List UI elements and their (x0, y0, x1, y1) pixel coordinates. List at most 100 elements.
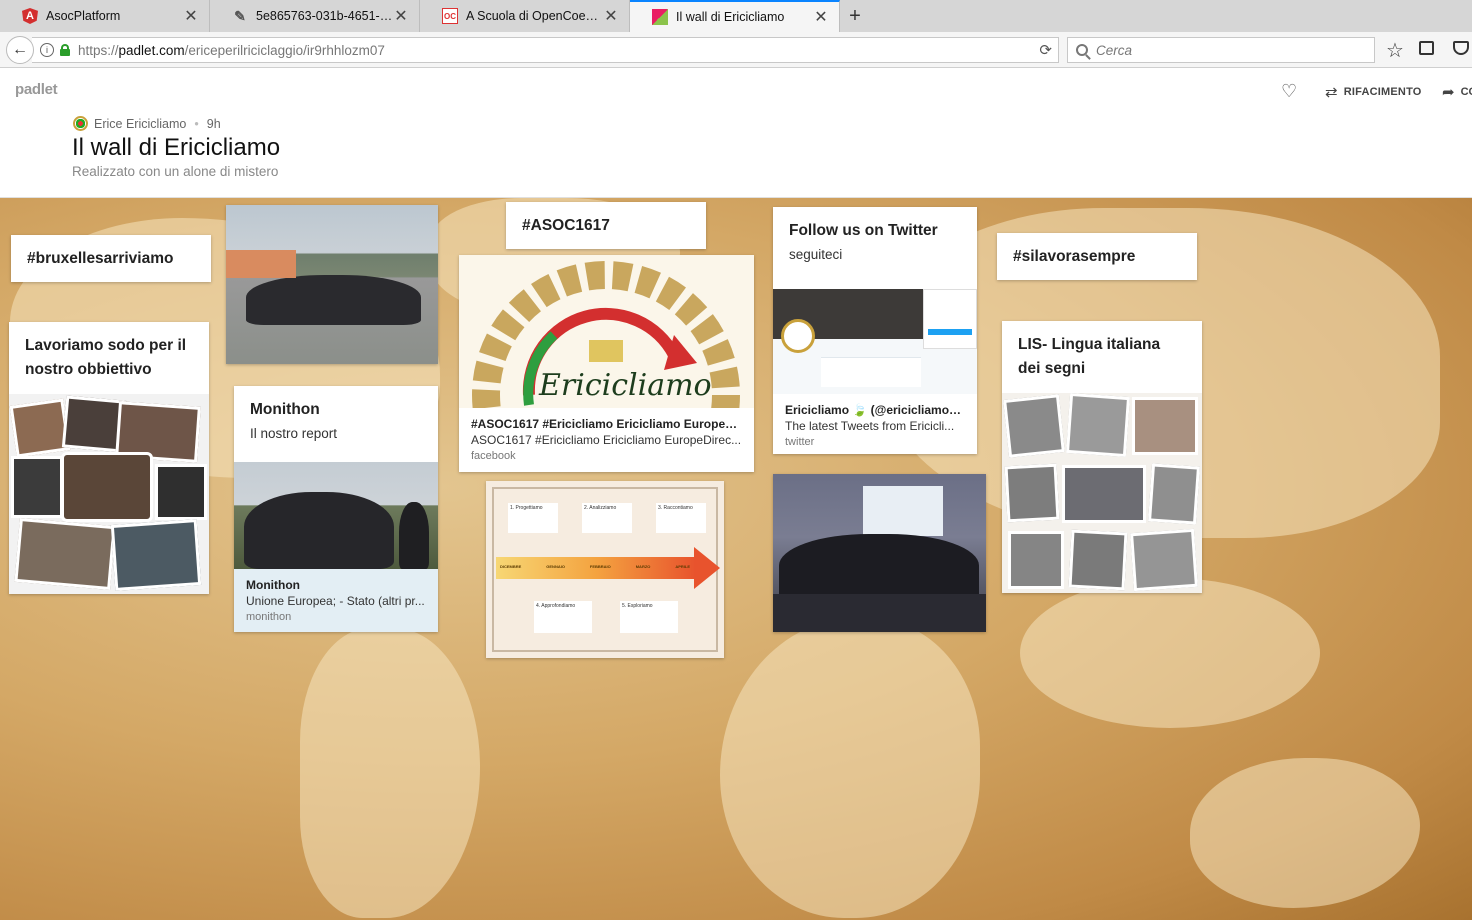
tab-asocplatform[interactable]: A AsocPlatform ✕ (0, 0, 210, 32)
month-label: APRILE (675, 564, 690, 569)
tab-title: 5e865763-031b-4651-b2ee... (256, 9, 393, 23)
chairs-row (773, 594, 986, 632)
reload-icon[interactable]: ⟳ (1039, 41, 1052, 59)
post-bruxellesarriviamo[interactable]: #bruxellesarriviamo (11, 235, 211, 282)
monithon-photo (234, 462, 438, 569)
post-silavorasempre[interactable]: #silavorasempre (997, 233, 1197, 280)
heart-icon[interactable]: ♡ (1281, 81, 1297, 102)
close-tab-icon[interactable]: ✕ (603, 6, 619, 26)
timeline-step: 5. Esploriamo (620, 601, 678, 633)
share-label: CO (1460, 86, 1472, 98)
info-icon[interactable]: i (40, 43, 54, 57)
author-name[interactable]: Erice Ericicliamo (94, 117, 186, 131)
bookmark-star-icon[interactable]: ☆ (1386, 38, 1404, 63)
map-south-america (300, 628, 480, 918)
group-photo-image (226, 205, 438, 364)
link-description: Unione Europea; - Stato (altri pr... (246, 594, 425, 608)
post-subject: #ASOC1617 (522, 217, 610, 234)
collage-photo (1132, 397, 1198, 455)
collage-photo (1008, 531, 1064, 589)
post-asoc1617-facebook[interactable]: Ericicliamo #ASOC1617 #Ericicliamo Erici… (459, 255, 754, 472)
close-tab-icon[interactable]: ✕ (183, 6, 199, 26)
pocket-icon[interactable] (1453, 41, 1469, 55)
buildings (226, 250, 296, 278)
back-arrow-icon: ← (12, 41, 28, 58)
post-body: seguiteci (789, 247, 843, 262)
close-tab-icon[interactable]: ✕ (393, 6, 409, 26)
post-lavoriamo[interactable]: Lavoriamo sodo per il nostro obbiettivo (9, 322, 209, 594)
ericicliamo-logo-image: Ericicliamo (459, 255, 754, 408)
collage-photo (1068, 529, 1128, 591)
twitter-feed (821, 357, 921, 387)
angular-icon: A (22, 8, 38, 24)
padlet-icon (652, 9, 668, 25)
avatar[interactable] (73, 116, 88, 131)
link-title: Monithon (246, 578, 300, 592)
post-lis[interactable]: LIS- Lingua italiana dei segni (1002, 321, 1202, 593)
month-label: DICEMBRE (500, 564, 522, 569)
link-preview[interactable]: #ASOC1617 #Ericicliamo Ericicliamo Europ… (459, 408, 754, 472)
close-tab-icon[interactable]: ✕ (813, 7, 829, 27)
post-subject: Lavoriamo sodo per il nostro obbiettivo (25, 337, 187, 378)
collage-image (9, 394, 209, 594)
tab-wall-ericicliamo[interactable]: Il wall di Ericicliamo ✕ (630, 0, 840, 32)
url-protocol: https:// (78, 42, 119, 58)
twitter-login-box (923, 289, 977, 349)
navigation-bar: i https://padlet.com/ericeperilriciclagg… (0, 32, 1472, 68)
classroom-photo-image (773, 474, 986, 632)
separator-dot: • (194, 116, 199, 131)
tab-title: A Scuola di OpenCoesione (466, 9, 603, 23)
url-host: padlet.com (118, 42, 185, 58)
collage-photo (1148, 463, 1200, 525)
lis-collage-image (1002, 393, 1202, 593)
collage-photo (110, 519, 202, 591)
timeline-step: 1. Progettiamo (508, 503, 558, 533)
collage-photo (1062, 465, 1146, 523)
address-bar[interactable]: i https://padlet.com/ericeperilriciclagg… (32, 37, 1059, 63)
logo-wordmark: Ericicliamo (539, 368, 712, 403)
search-icon (1076, 44, 1088, 56)
collage-photo (1004, 463, 1060, 523)
new-tab-button[interactable]: + (840, 0, 870, 32)
wall-canvas[interactable]: #bruxellesarriviamo Lavoriamo sodo per i… (0, 198, 1472, 920)
post-classroom-photo[interactable] (773, 474, 986, 632)
author-row: Erice Ericicliamo • 9h (73, 116, 221, 131)
share-icon: ➦ (1442, 84, 1455, 101)
post-subject: Follow us on Twitter (789, 222, 938, 239)
link-source: twitter (785, 436, 815, 448)
map-australia (1190, 758, 1420, 908)
page-title: Il wall di Ericicliamo (72, 134, 281, 161)
link-source: facebook (471, 450, 516, 462)
post-subject: #bruxellesarriviamo (27, 250, 174, 267)
link-preview[interactable]: Monithon Unione Europea; - Stato (altri … (234, 569, 438, 632)
tab-title: Il wall di Ericicliamo (676, 10, 785, 24)
share-button[interactable]: ➦ CO (1442, 83, 1472, 101)
map-asia-south (1020, 578, 1320, 728)
link-source: monithon (246, 611, 292, 623)
padlet-header: padlet Erice Ericicliamo • 9h Il wall di… (0, 69, 1472, 198)
post-timeline[interactable]: 1. Progettiamo 2. Analizziamo 3. Raccont… (486, 481, 724, 658)
month-label: FEBBRAIO (589, 564, 611, 569)
link-preview[interactable]: Ericicliamo 🍃 (@ericicliamo) | ... The l… (773, 394, 977, 454)
post-body: Il nostro report (250, 426, 338, 441)
window-light (863, 486, 943, 536)
lock-icon[interactable] (60, 44, 70, 56)
tab-title: AsocPlatform (46, 9, 121, 23)
back-button[interactable]: ← (6, 36, 34, 64)
tab-document[interactable]: ✎ 5e865763-031b-4651-b2ee... ✕ (210, 0, 420, 32)
remake-button[interactable]: ⇄ RIFACIMENTO (1325, 83, 1422, 101)
people-silhouette (244, 492, 394, 569)
padlet-logo[interactable]: padlet (15, 81, 58, 98)
post-group-photo[interactable] (226, 205, 438, 364)
post-monithon[interactable]: Monithon Il nostro report Monithon Union… (234, 386, 438, 632)
reading-list-icon[interactable] (1419, 41, 1434, 55)
twitter-login-button (928, 329, 972, 335)
search-input[interactable]: Cerca (1067, 37, 1375, 63)
month-label: MARZO (635, 564, 651, 569)
tab-opencoesione[interactable]: OC A Scuola di OpenCoesione ✕ (420, 0, 630, 32)
people-silhouette (399, 502, 429, 569)
url-path: /ericeperilriciclaggio/ir9rhhlozm07 (184, 42, 385, 58)
post-twitter[interactable]: Follow us on Twitter seguiteci Ericiclia… (773, 207, 977, 454)
post-asoc1617-tag[interactable]: #ASOC1617 (506, 202, 706, 249)
collage-photo (1130, 528, 1198, 592)
